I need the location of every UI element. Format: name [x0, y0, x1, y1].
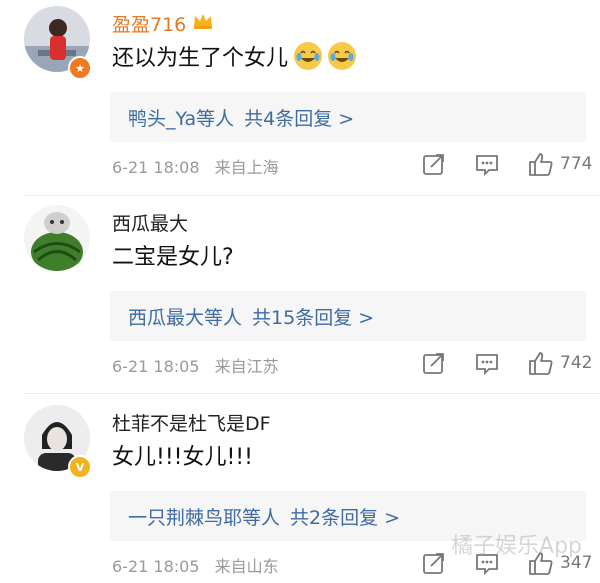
comment-button[interactable] — [475, 152, 499, 176]
share-icon — [423, 353, 444, 374]
username[interactable]: 西瓜最大 — [112, 209, 188, 236]
crown-icon — [192, 12, 214, 35]
comment-text: 女儿!!!女儿!!! — [112, 439, 253, 471]
share-icon — [423, 553, 444, 574]
reply-author[interactable]: 西瓜最大 — [128, 303, 204, 330]
reply-suffix: 等人 — [196, 107, 235, 130]
reply-preview[interactable]: 鸭头_Ya 等人 共4条回复 > — [110, 92, 586, 142]
comment-icon — [476, 354, 498, 375]
reply-suffix: 等人 — [242, 506, 281, 529]
reply-author[interactable]: 一只荆棘鸟耶 — [128, 503, 242, 530]
thumbs-up-icon — [529, 153, 553, 176]
crying-laugh-emoji-icon — [328, 42, 357, 70]
comment-text: 还以为生了个女儿 — [112, 40, 357, 72]
divider — [24, 195, 600, 196]
reply-suffix: 等人 — [204, 306, 243, 329]
action-bar: 742 — [0, 343, 600, 383]
like-count: 774 — [560, 154, 593, 174]
comment-icon — [476, 155, 498, 176]
watermark: 橘子娱乐App — [451, 534, 582, 559]
username[interactable]: 盈盈716 — [112, 10, 214, 37]
username-text[interactable]: 西瓜最大 — [112, 209, 188, 236]
thumbs-up-icon — [529, 352, 553, 375]
reply-author[interactable]: 鸭头_Ya — [128, 104, 196, 131]
reply-count[interactable]: 共4条回复 > — [244, 104, 354, 131]
share-button[interactable] — [422, 351, 446, 375]
share-button[interactable] — [422, 152, 446, 176]
comment-text-content: 还以为生了个女儿 — [112, 46, 289, 71]
reply-count[interactable]: 共15条回复 > — [252, 303, 374, 330]
comment-item: 西瓜最大 二宝是女儿? 西瓜最大 等人 共15条回复 > 6-21 18:05 … — [0, 203, 600, 393]
share-icon — [423, 154, 444, 175]
verified-v-badge-icon: V — [68, 455, 92, 479]
avatar[interactable] — [24, 205, 90, 271]
action-bar: 774 — [0, 144, 600, 184]
share-button[interactable] — [422, 551, 446, 575]
like-button[interactable]: 742 — [528, 351, 592, 375]
comment-text: 二宝是女儿? — [112, 239, 234, 271]
reply-count[interactable]: 共2条回复 > — [290, 503, 400, 530]
like-button[interactable]: 774 — [528, 152, 592, 176]
username-text[interactable]: 盈盈716 — [112, 10, 186, 37]
star-badge-icon: ★ — [68, 56, 92, 80]
username[interactable]: 杜菲不是杜飞是DF — [112, 409, 271, 436]
comment-button[interactable] — [475, 351, 499, 375]
divider — [24, 393, 600, 394]
like-count: 742 — [560, 353, 593, 373]
crying-laugh-emoji-icon — [294, 42, 323, 70]
reply-preview[interactable]: 西瓜最大 等人 共15条回复 > — [110, 291, 586, 341]
comment-text-content: 女儿!!!女儿!!! — [112, 445, 253, 470]
username-text[interactable]: 杜菲不是杜飞是DF — [112, 409, 271, 436]
comment-text-content: 二宝是女儿? — [112, 245, 234, 270]
comment-item: ★ 盈盈716 还以为生了个女儿 鸭头_Ya 等人 共4条回复 > 6-21 1… — [0, 4, 600, 194]
